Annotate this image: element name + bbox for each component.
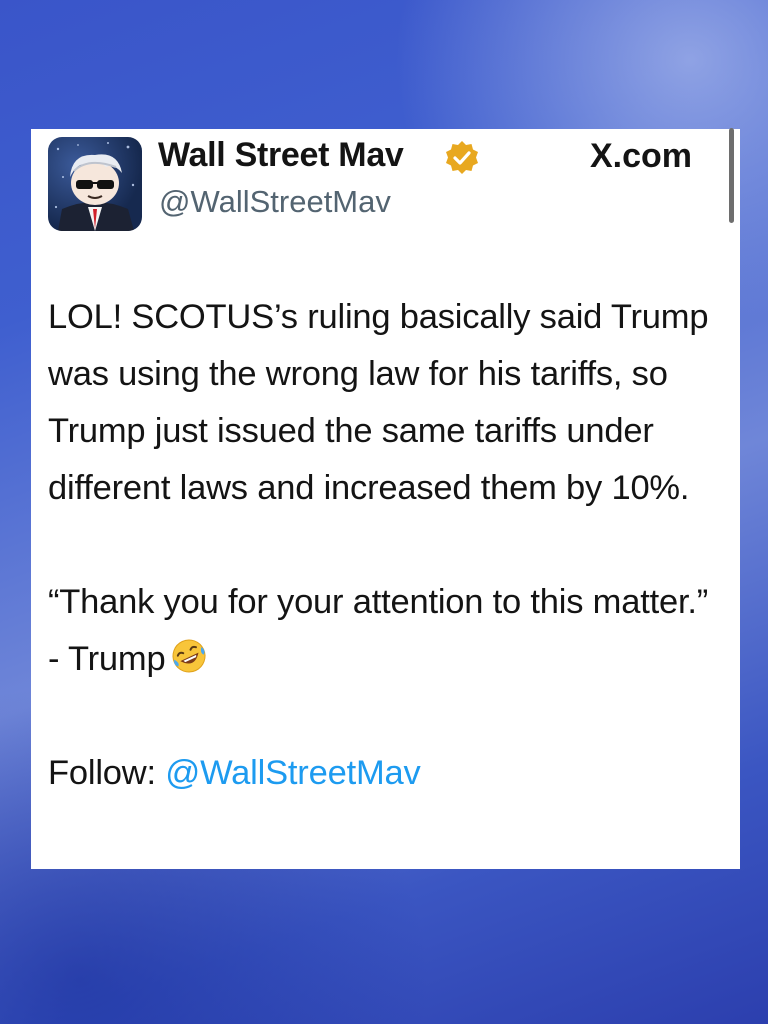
scrollbar[interactable] [729, 128, 734, 223]
follow-handle-link[interactable]: @WallStreetMav [165, 754, 420, 792]
follow-line: Follow: @WallStreetMav [48, 745, 728, 802]
avatar-image [54, 142, 135, 231]
rolling-on-floor-laughing-icon [169, 636, 209, 676]
tweet-quote-text: “Thank you for your attention to this ma… [48, 583, 709, 678]
tweet-quote-paragraph: “Thank you for your attention to this ma… [48, 574, 728, 688]
avatar[interactable] [48, 137, 142, 231]
tweet-body: LOL! SCOTUS’s ruling basically said Trum… [48, 289, 728, 802]
follow-label: Follow: [48, 754, 156, 792]
verified-badge-icon [443, 139, 481, 177]
display-name[interactable]: Wall Street Mav [158, 136, 404, 175]
user-handle[interactable]: @WallStreetMav [159, 184, 391, 220]
tweet-paragraph: LOL! SCOTUS’s ruling basically said Trum… [48, 298, 709, 507]
site-label[interactable]: X.com [590, 137, 692, 176]
